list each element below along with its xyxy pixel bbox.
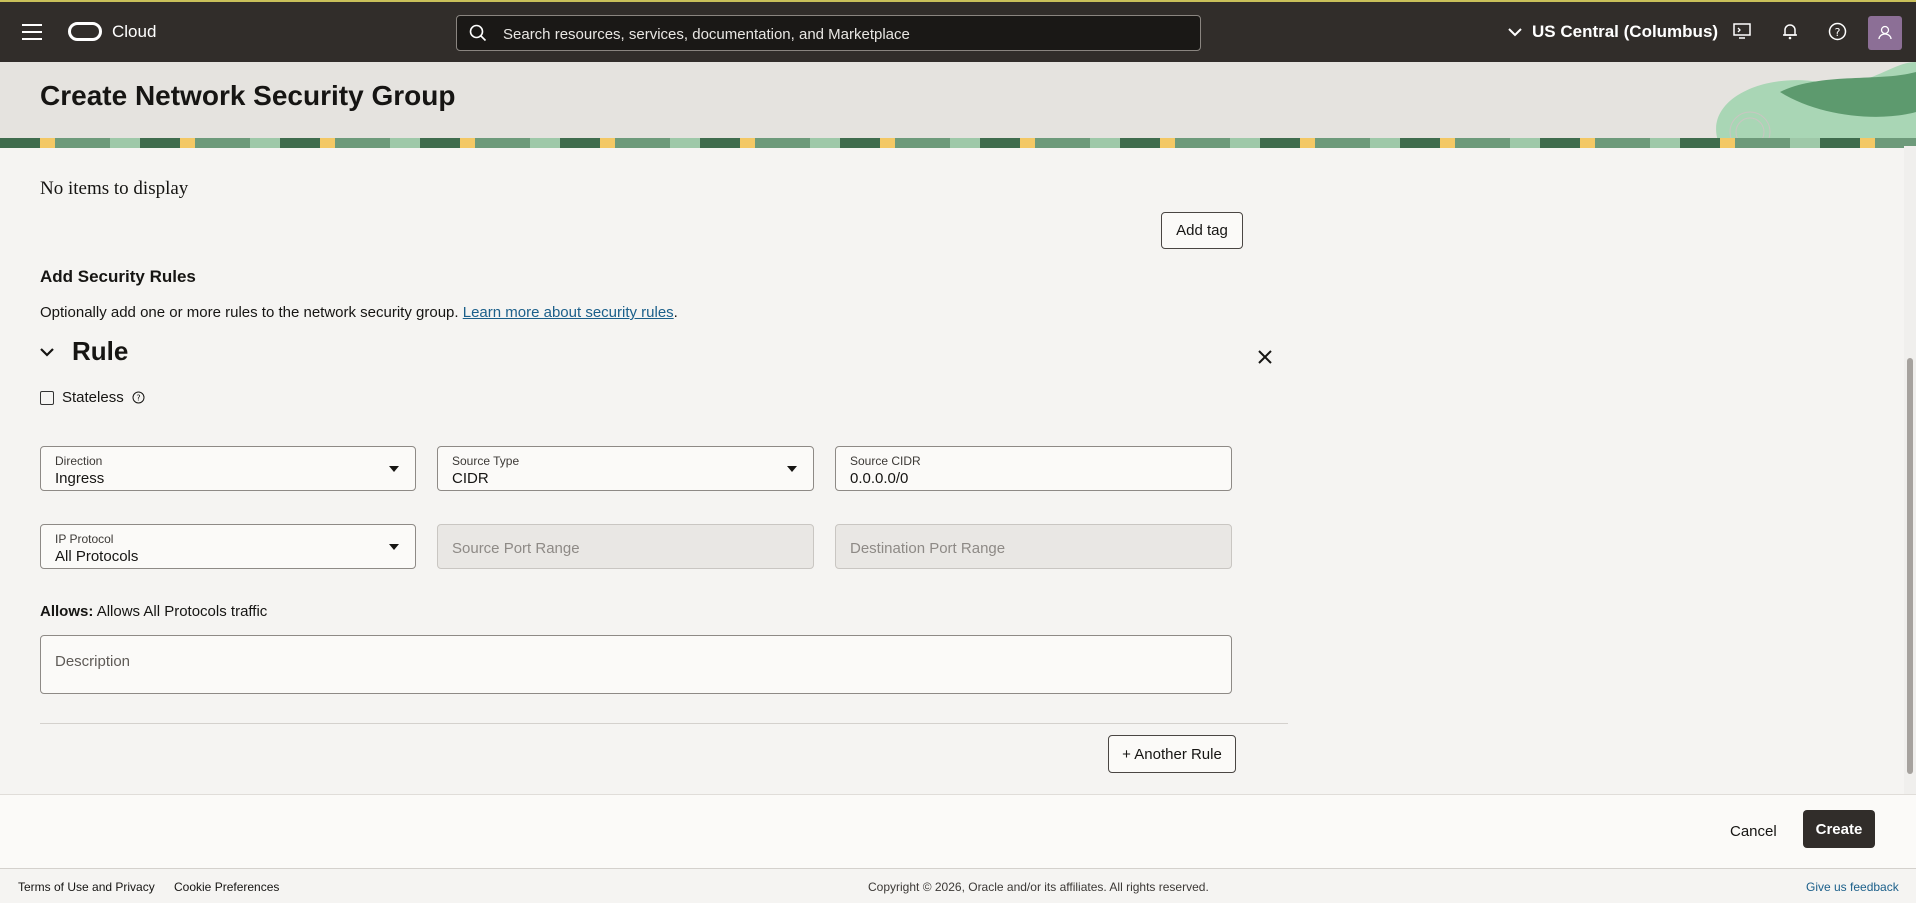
- tags-empty-text: No items to display: [40, 178, 189, 199]
- helper-suffix: .: [673, 304, 678, 321]
- help-icon[interactable]: ?: [132, 391, 145, 404]
- ip-protocol-select[interactable]: IP Protocol All Protocols: [40, 524, 416, 569]
- scrollbar[interactable]: [1904, 146, 1916, 794]
- ip-protocol-value: All Protocols: [55, 548, 139, 565]
- terms-link[interactable]: Terms of Use and Privacy: [18, 880, 155, 894]
- helper-text: Optionally add one or more rules to the …: [40, 304, 459, 321]
- feedback-link[interactable]: Give us feedback: [1806, 880, 1899, 894]
- search-input[interactable]: [501, 22, 1185, 46]
- cloud-shell-icon[interactable]: [1733, 22, 1751, 40]
- top-navigation-bar: Cloud US Central (Columbus) ?: [0, 0, 1916, 62]
- page-footer: Terms of Use and Privacy Cookie Preferen…: [0, 868, 1916, 903]
- region-label: US Central (Columbus): [1532, 22, 1719, 41]
- user-icon: [1878, 25, 1892, 40]
- destination-port-range-placeholder: Destination Port Range: [850, 540, 1006, 557]
- svg-text:?: ?: [136, 394, 140, 403]
- section-title: Add Security Rules: [40, 267, 196, 286]
- section-helper: Optionally add one or more rules to the …: [40, 304, 678, 321]
- source-port-range-field: Source Port Range: [437, 524, 814, 569]
- region-selector[interactable]: US Central (Columbus): [1508, 22, 1718, 42]
- stateless-label: Stateless: [62, 389, 124, 406]
- divider: [40, 723, 1288, 724]
- direction-value: Ingress: [55, 470, 105, 487]
- menu-icon[interactable]: [22, 24, 42, 40]
- page-title: Create Network Security Group: [40, 80, 456, 111]
- help-icon[interactable]: ?: [1828, 22, 1847, 41]
- source-port-range-placeholder: Source Port Range: [452, 540, 580, 557]
- header-decoration: [1716, 62, 1916, 146]
- destination-port-range-field: Destination Port Range: [835, 524, 1232, 569]
- cookie-preferences-link[interactable]: Cookie Preferences: [174, 880, 279, 894]
- oracle-logo-icon[interactable]: [68, 22, 102, 41]
- stateless-checkbox[interactable]: [40, 390, 54, 405]
- source-type-value: CIDR: [452, 470, 489, 487]
- another-rule-button[interactable]: + Another Rule: [1108, 735, 1236, 773]
- create-button[interactable]: Create: [1803, 810, 1875, 848]
- direction-select[interactable]: Direction Ingress: [40, 446, 416, 491]
- stateless-option: Stateless ?: [40, 389, 145, 406]
- copyright-text: Copyright © 2026, Oracle and/or its affi…: [868, 880, 1209, 894]
- chevron-down-icon[interactable]: [40, 347, 54, 357]
- chevron-down-icon: [1508, 28, 1522, 37]
- direction-label: Direction: [55, 454, 103, 468]
- allows-text: Allows All Protocols traffic: [96, 603, 268, 620]
- search-box[interactable]: [456, 15, 1201, 51]
- profile-avatar[interactable]: [1868, 16, 1902, 50]
- source-cidr-value[interactable]: 0.0.0.0/0: [850, 470, 908, 487]
- svg-text:?: ?: [1835, 26, 1841, 39]
- source-type-select[interactable]: Source Type CIDR: [437, 446, 814, 491]
- description-placeholder: Description: [55, 653, 131, 670]
- source-type-label: Source Type: [452, 454, 520, 468]
- caret-down-icon: [787, 466, 797, 472]
- source-cidr-label: Source CIDR: [850, 454, 921, 468]
- close-icon[interactable]: [1257, 349, 1273, 365]
- description-field[interactable]: Description: [40, 635, 1232, 694]
- caret-down-icon: [389, 466, 399, 472]
- decorative-banner: [0, 138, 1916, 148]
- page-header: Create Network Security Group: [0, 62, 1916, 146]
- allows-summary: Allows: Allows All Protocols traffic: [40, 603, 267, 620]
- cancel-button[interactable]: Cancel: [1730, 823, 1777, 840]
- allows-label: Allows:: [40, 603, 94, 620]
- brand-label[interactable]: Cloud: [112, 22, 156, 42]
- security-rules-link[interactable]: Learn more about security rules: [463, 304, 674, 321]
- caret-down-icon: [389, 544, 399, 550]
- notifications-bell-icon[interactable]: [1781, 22, 1799, 40]
- rule-title: Rule: [72, 336, 129, 366]
- form-actions: Cancel Create: [0, 794, 1916, 869]
- rule-header[interactable]: Rule: [40, 336, 128, 367]
- ip-protocol-label: IP Protocol: [55, 532, 114, 546]
- source-cidr-field[interactable]: Source CIDR 0.0.0.0/0: [835, 446, 1232, 491]
- add-tag-button[interactable]: Add tag: [1161, 212, 1243, 249]
- search-icon: [469, 24, 487, 42]
- scrollbar-thumb[interactable]: [1907, 358, 1913, 774]
